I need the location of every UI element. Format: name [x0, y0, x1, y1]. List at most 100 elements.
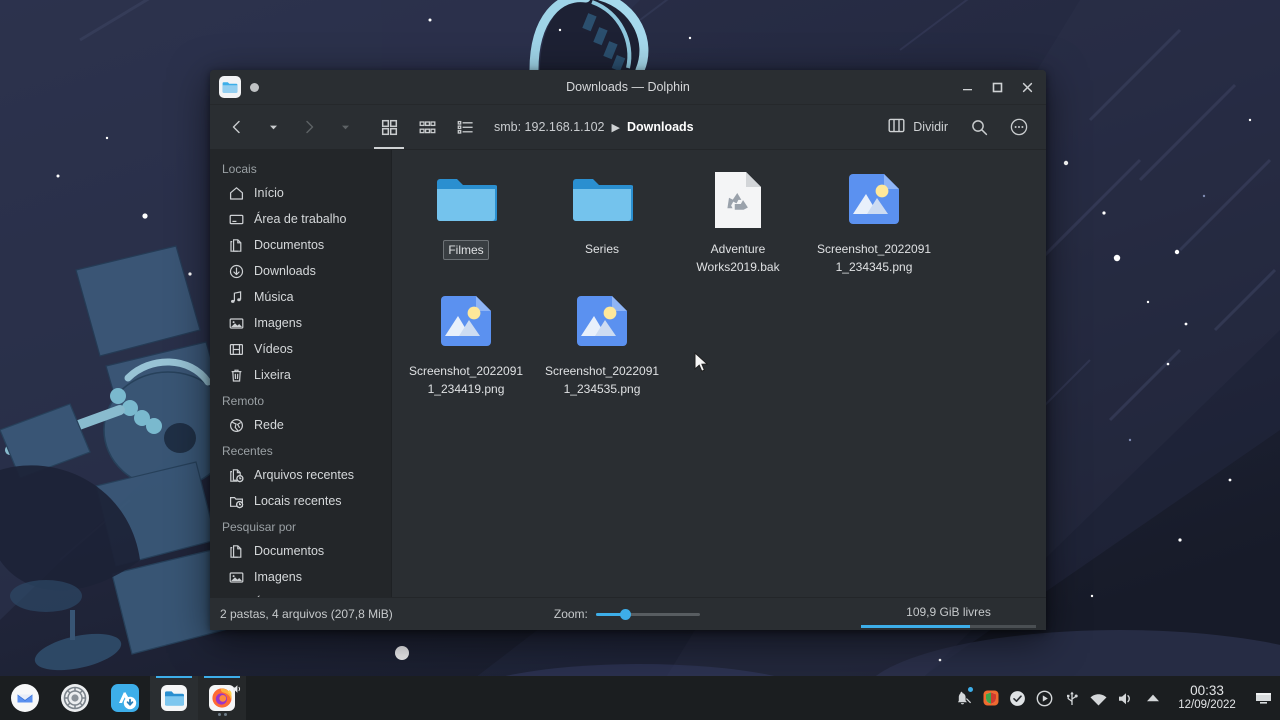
sidebar-item-imagens[interactable]: Imagens — [210, 310, 391, 336]
security-shield-icon[interactable] — [977, 676, 1004, 720]
sidebar-item-arquivos-recentes[interactable]: Arquivos recentes — [210, 462, 391, 488]
media-player-icon[interactable] — [1031, 676, 1058, 720]
file-name: Filmes — [443, 240, 489, 260]
sidebar-item-label: Área de trabalho — [254, 212, 347, 226]
sidebar-item-videos[interactable]: Vídeos — [210, 336, 391, 362]
file-item[interactable]: Adventure Works2019.bak — [670, 162, 806, 284]
file-item[interactable]: Series — [534, 162, 670, 284]
discover-store-icon[interactable] — [100, 676, 150, 720]
documents-icon — [228, 543, 245, 560]
sidebar-item-label: Início — [254, 186, 284, 200]
usb-device-icon[interactable] — [1058, 676, 1085, 720]
tab-dot-indicator — [250, 82, 259, 92]
file-grid: Filmes Series Adventure Works2019.bak Sc… — [392, 162, 1046, 406]
free-space-indicator[interactable]: 109,9 GiB livres — [861, 605, 1036, 628]
split-view-icon — [888, 118, 905, 136]
file-item[interactable]: Screenshot_20220911_234419.png — [398, 284, 534, 406]
capacity-bar-fill — [861, 625, 970, 628]
main-toolbar: smb: 192.168.1.102 ▶ Downloads Dividir — [210, 105, 1046, 150]
sidebar-item-rede[interactable]: Rede — [210, 412, 391, 438]
volume-icon[interactable] — [1112, 676, 1139, 720]
music-note-icon — [228, 289, 245, 306]
forward-history-chevron-down-icon[interactable] — [328, 112, 362, 142]
breadcrumb-url[interactable]: smb: 192.168.1.102 — [494, 120, 605, 134]
show-desktop-icon[interactable] — [1250, 676, 1276, 720]
zoom-slider-handle[interactable] — [619, 608, 631, 620]
window-titlebar[interactable]: Downloads — Dolphin — [210, 70, 1046, 105]
more-options-icon[interactable] — [1002, 112, 1036, 142]
wifi-icon[interactable] — [1085, 676, 1112, 720]
details-view-icon[interactable] — [448, 112, 482, 142]
clock-time: 00:33 — [1190, 683, 1224, 698]
free-space-label: 109,9 GiB livres — [906, 605, 991, 619]
documents-icon — [228, 237, 245, 254]
recent-folders-icon — [228, 493, 245, 510]
search-icon[interactable] — [962, 112, 996, 142]
sidebar-item-label: Documentos — [254, 544, 325, 558]
file-name: Adventure Works2019.bak — [696, 242, 780, 274]
check-circle-icon[interactable] — [1004, 676, 1031, 720]
sidebar-item-search-documentos[interactable]: Documentos — [210, 538, 391, 564]
sidebar-item-search-imagens[interactable]: Imagens — [210, 564, 391, 590]
firefox-task[interactable] — [198, 676, 246, 720]
sidebar-item-musica[interactable]: Música — [210, 284, 391, 310]
zoom-slider[interactable] — [595, 608, 700, 620]
back-history-chevron-down-icon[interactable] — [256, 112, 290, 142]
file-manager-task[interactable] — [150, 676, 198, 720]
sidebar-item-label: Vídeos — [254, 342, 293, 356]
image-icon — [228, 315, 245, 332]
recent-files-icon — [228, 467, 245, 484]
backup-file-icon — [706, 168, 770, 232]
forward-arrow-icon[interactable] — [292, 112, 326, 142]
sidebar-item-lixeira[interactable]: Lixeira — [210, 362, 391, 388]
icons-view-icon[interactable] — [372, 112, 406, 149]
breadcrumb-current[interactable]: Downloads — [627, 120, 694, 134]
tray-expand-arrow-icon[interactable] — [1139, 676, 1166, 720]
file-item[interactable]: Screenshot_20220911_234345.png — [806, 162, 942, 284]
capacity-bar — [861, 625, 1036, 628]
file-item[interactable]: Screenshot_20220911_234535.png — [534, 284, 670, 406]
status-bar: 2 pastas, 4 arquivos (207,8 MiB) Zoom: 1… — [210, 597, 1046, 630]
sidebar-group-title: Recentes — [222, 444, 273, 458]
file-view[interactable]: Filmes Series Adventure Works2019.bak Sc… — [391, 150, 1046, 597]
audio-playing-icon — [233, 685, 240, 693]
maximize-icon[interactable] — [982, 74, 1012, 100]
titlebar-left — [210, 76, 259, 98]
file-name: Screenshot_20220911_234535.png — [544, 364, 660, 396]
minimize-icon[interactable] — [952, 74, 982, 100]
close-icon[interactable] — [1012, 74, 1042, 100]
sidebar-item-area-de-trabalho[interactable]: Área de trabalho — [210, 206, 391, 232]
film-icon — [228, 341, 245, 358]
places-sidebar[interactable]: Locais Início Área de trabalho Documento… — [210, 150, 391, 597]
image-file-icon — [842, 168, 906, 232]
trash-icon — [228, 367, 245, 384]
sidebar-item-label: Locais recentes — [254, 494, 342, 508]
sidebar-item-documentos[interactable]: Documentos — [210, 232, 391, 258]
sidebar-item-label: Música — [254, 290, 294, 304]
window-controls — [952, 74, 1046, 100]
file-item[interactable]: Filmes — [398, 162, 534, 284]
sidebar-item-downloads[interactable]: Downloads — [210, 258, 391, 284]
sidebar-item-inicio[interactable]: Início — [210, 180, 391, 206]
split-view-button[interactable]: Dividir — [882, 112, 954, 142]
sidebar-item-search-audio[interactable]: Áudio — [210, 590, 391, 597]
window-title: Downloads — Dolphin — [566, 80, 690, 94]
sidebar-group-title: Remoto — [222, 394, 265, 408]
sidebar-item-label: Rede — [254, 418, 284, 432]
settings-gear-icon[interactable] — [50, 676, 100, 720]
zoom-control[interactable]: Zoom: — [554, 607, 700, 621]
taskbar-items — [0, 676, 246, 720]
sidebar-item-locais-recentes[interactable]: Locais recentes — [210, 488, 391, 514]
notifications-bell-icon[interactable] — [950, 676, 977, 720]
notification-badge — [968, 687, 973, 692]
sidebar-item-label: Documentos — [254, 238, 325, 252]
compact-view-icon[interactable] — [410, 112, 444, 142]
file-name: Screenshot_20220911_234419.png — [408, 364, 524, 396]
split-view-label: Dividir — [913, 120, 948, 134]
image-file-icon — [570, 290, 634, 354]
breadcrumb[interactable]: smb: 192.168.1.102 ▶ Downloads — [494, 120, 694, 134]
mail-icon[interactable] — [0, 676, 50, 720]
system-tray: 00:33 12/09/2022 — [950, 676, 1280, 720]
clock-widget[interactable]: 00:33 12/09/2022 — [1166, 683, 1250, 713]
back-arrow-icon[interactable] — [220, 112, 254, 142]
